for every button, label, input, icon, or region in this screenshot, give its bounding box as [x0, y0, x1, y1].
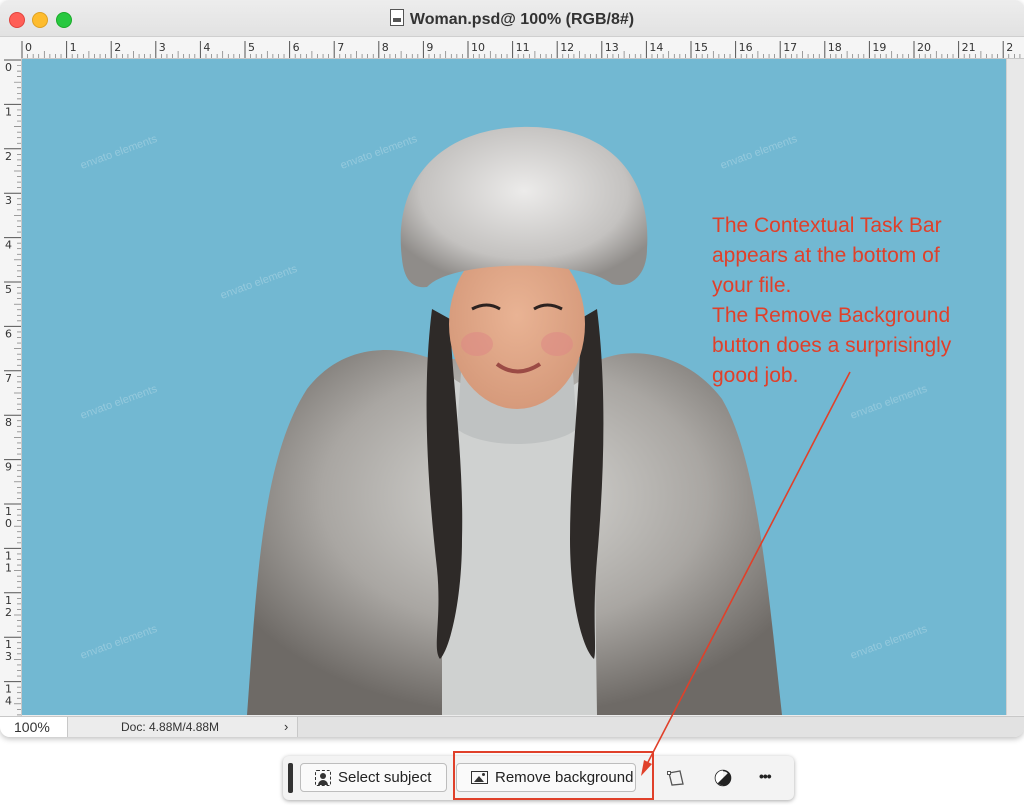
ruler-label: 7	[337, 41, 344, 54]
status-menu-arrow[interactable]: ›	[284, 719, 288, 734]
window-title: Woman.psd@ 100% (RGB/8#)	[409, 11, 635, 28]
ruler-label: 20	[917, 41, 931, 54]
remove-background-highlight	[453, 751, 654, 800]
ruler-label: 5	[248, 41, 255, 54]
ruler-label: 1	[5, 105, 12, 118]
svg-text:envato elements: envato elements	[219, 263, 299, 302]
annotation-line: The Remove Background	[712, 304, 951, 327]
title-bar: Woman.psd@ 100% (RGB/8#)	[0, 0, 1024, 37]
ruler-label: 15	[694, 41, 708, 54]
select-subject-label: Select subject	[338, 769, 432, 786]
svg-text:envato elements: envato elements	[79, 133, 159, 172]
annotation-text: The Contextual Task Bar appears at the b…	[712, 211, 1002, 391]
transform-shape-icon[interactable]	[666, 768, 686, 788]
ruler-label: 17	[783, 41, 797, 54]
ruler-label: 1	[70, 41, 77, 54]
ruler-label: 11	[516, 41, 530, 54]
select-subject-button[interactable]: Select subject	[300, 763, 447, 792]
ruler-label: 13	[605, 41, 619, 54]
ruler-label: 8	[5, 416, 12, 429]
zoom-level-field[interactable]: 100%	[0, 717, 68, 737]
ruler-label: 3	[159, 41, 166, 54]
ruler-label: 2	[114, 41, 121, 54]
annotation-line: your file.	[712, 274, 792, 297]
vertical-ruler-ticks: 01234567891011121314	[4, 59, 21, 716]
ruler-label: 2	[1006, 41, 1013, 54]
ruler-label: 6	[5, 327, 12, 340]
ruler-label: 14	[649, 41, 663, 54]
svg-text:envato elements: envato elements	[79, 383, 159, 422]
ruler-label: 10	[471, 41, 485, 54]
ruler-label: 21	[962, 41, 976, 54]
svg-text:envato elements: envato elements	[339, 133, 419, 172]
vertical-scrollbar[interactable]	[1006, 59, 1024, 715]
ruler-label: 2	[5, 606, 12, 619]
ruler-label: 0	[25, 41, 32, 54]
ruler-label: 0	[5, 61, 12, 74]
svg-text:envato elements: envato elements	[79, 623, 159, 662]
status-bar: 100% Doc: 4.88M/4.88M ›	[0, 716, 1024, 737]
adjustment-layer-icon[interactable]	[713, 768, 733, 788]
ruler-label: 12	[560, 41, 574, 54]
ruler-label: 4	[5, 239, 12, 252]
ruler-label: 9	[426, 41, 433, 54]
ruler-label: 2	[5, 150, 12, 163]
svg-text:envato elements: envato elements	[719, 133, 799, 172]
ruler-label: 19	[872, 41, 886, 54]
more-options-button[interactable]: •••	[759, 768, 772, 784]
ruler-label: 0	[5, 517, 12, 530]
annotation-line: The Contextual Task Bar	[712, 214, 942, 237]
ruler-label: 4	[5, 695, 12, 708]
ruler-label: 9	[5, 461, 12, 474]
select-subject-icon	[315, 769, 331, 786]
ruler-label: 1	[5, 561, 12, 574]
ruler-label: 4	[203, 41, 210, 54]
svg-text:envato elements: envato elements	[849, 623, 929, 662]
ruler-label: 7	[5, 372, 12, 385]
task-bar-grip-handle[interactable]	[288, 763, 293, 793]
ruler-label: 5	[5, 283, 12, 296]
horizontal-ruler[interactable]: 0 1 2 3 4 5 6 7 8 9 10 11 12 13 14 15 16 17 18 19 20 21 2	[0, 37, 1024, 59]
vertical-ruler[interactable]: 01234567891011121314	[0, 58, 22, 716]
annotation-line: good job.	[712, 364, 799, 387]
horizontal-ruler-ticks: 0 1 2 3 4 5 6 7 8 9 10 11 12 13 14 15 16 17 18 19 20 21 2	[21, 41, 1021, 58]
annotation-line: appears at the bottom of	[712, 244, 940, 267]
annotation-line: button does a surprisingly	[712, 334, 952, 357]
ruler-label: 8	[382, 41, 389, 54]
psd-file-icon	[389, 9, 404, 26]
doc-size-readout: Doc: 4.88M/4.88M	[121, 720, 220, 734]
ruler-label: 6	[293, 41, 300, 54]
window-title-wrap: Woman.psd@ 100% (RGB/8#)	[0, 9, 1024, 29]
ruler-label: 3	[5, 194, 12, 207]
horizontal-scrollbar[interactable]	[297, 717, 1024, 737]
ruler-label: 16	[739, 41, 753, 54]
ruler-label: 3	[5, 650, 12, 663]
ruler-label: 18	[828, 41, 842, 54]
